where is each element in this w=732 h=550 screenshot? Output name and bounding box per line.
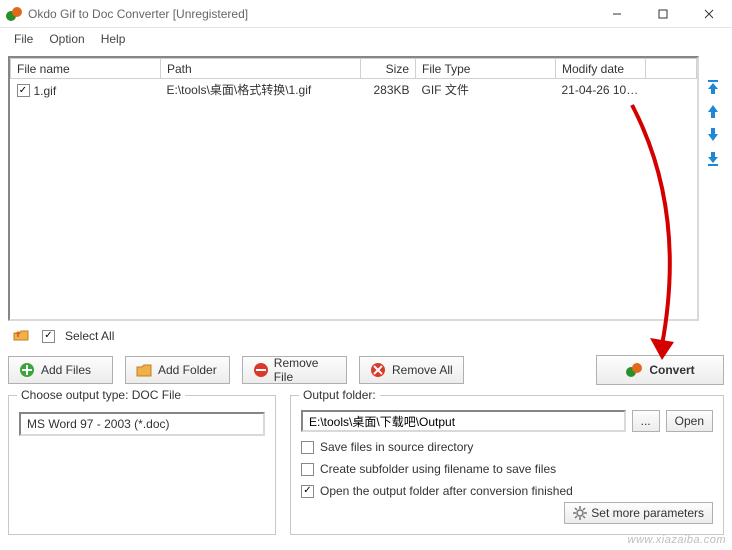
minus-icon (253, 362, 268, 378)
gear-icon (573, 506, 587, 520)
close-button[interactable] (686, 0, 732, 28)
move-down-button[interactable] (704, 126, 722, 144)
cell-path: E:\tools\桌面\格式转换\1.gif (161, 79, 361, 101)
reorder-buttons (702, 56, 724, 321)
move-bottom-button[interactable] (704, 150, 722, 168)
column-header-row[interactable]: File name Path Size File Type Modify dat… (11, 59, 697, 79)
plus-icon (19, 362, 35, 378)
move-up-button[interactable] (704, 102, 722, 120)
col-size[interactable]: Size (361, 59, 416, 79)
open-after-label: Open the output folder after conversion … (320, 484, 573, 498)
col-file-type[interactable]: File Type (416, 59, 556, 79)
move-top-button[interactable] (704, 78, 722, 96)
output-type-label: Choose output type: DOC File (17, 388, 185, 402)
table-row[interactable]: ✓ 1.gif E:\tools\桌面\格式转换\1.gif 283KB GIF… (11, 79, 697, 101)
maximize-button[interactable] (640, 0, 686, 28)
create-subfolder-checkbox[interactable] (301, 463, 314, 476)
set-more-parameters-button[interactable]: Set more parameters (564, 502, 713, 524)
browse-button[interactable]: ... (632, 410, 660, 432)
remove-file-button[interactable]: Remove File (242, 356, 347, 384)
menu-help[interactable]: Help (93, 28, 134, 50)
cell-file-name: 1.gif (34, 84, 57, 98)
select-all-checkbox[interactable]: ✓ (42, 330, 55, 343)
col-modify-date[interactable]: Modify date (556, 59, 646, 79)
cell-type: GIF 文件 (416, 79, 556, 101)
open-folder-button[interactable]: Open (666, 410, 713, 432)
output-folder-input[interactable] (301, 410, 626, 432)
menu-file[interactable]: File (6, 28, 41, 50)
folder-icon (136, 363, 152, 377)
row-checkbox[interactable]: ✓ (17, 84, 30, 97)
window-controls (594, 0, 732, 28)
file-list[interactable]: File name Path Size File Type Modify dat… (8, 56, 699, 321)
output-folder-label: Output folder: (299, 388, 380, 402)
add-folder-button[interactable]: Add Folder (125, 356, 230, 384)
minimize-button[interactable] (594, 0, 640, 28)
watermark: www.xiazaiba.com (628, 534, 726, 546)
title-bar: Okdo Gif to Doc Converter [Unregistered] (0, 0, 732, 28)
save-in-source-checkbox[interactable] (301, 441, 314, 454)
cell-size: 283KB (361, 79, 416, 101)
cell-date: 21-04-26 10:33 (556, 79, 646, 101)
select-all-label: Select All (65, 329, 114, 343)
col-file-name[interactable]: File name (11, 59, 161, 79)
col-path[interactable]: Path (161, 59, 361, 79)
remove-icon (370, 362, 386, 378)
save-in-source-label: Save files in source directory (320, 440, 473, 454)
output-folder-group: Output folder: ... Open Save files in so… (290, 395, 724, 535)
window-title: Okdo Gif to Doc Converter [Unregistered] (28, 7, 248, 21)
menu-bar: File Option Help (0, 28, 732, 50)
convert-icon (625, 361, 643, 379)
menu-option[interactable]: Option (41, 28, 92, 50)
col-pad (646, 59, 697, 79)
open-after-checkbox[interactable]: ✓ (301, 485, 314, 498)
output-type-group: Choose output type: DOC File MS Word 97 … (8, 395, 276, 535)
remove-all-button[interactable]: Remove All (359, 356, 464, 384)
convert-button[interactable]: Convert (596, 355, 724, 385)
output-type-select[interactable]: MS Word 97 - 2003 (*.doc) (19, 412, 265, 436)
add-files-button[interactable]: Add Files (8, 356, 113, 384)
create-subfolder-label: Create subfolder using filename to save … (320, 462, 556, 476)
up-folder-button[interactable] (10, 327, 32, 345)
app-icon (6, 6, 22, 22)
